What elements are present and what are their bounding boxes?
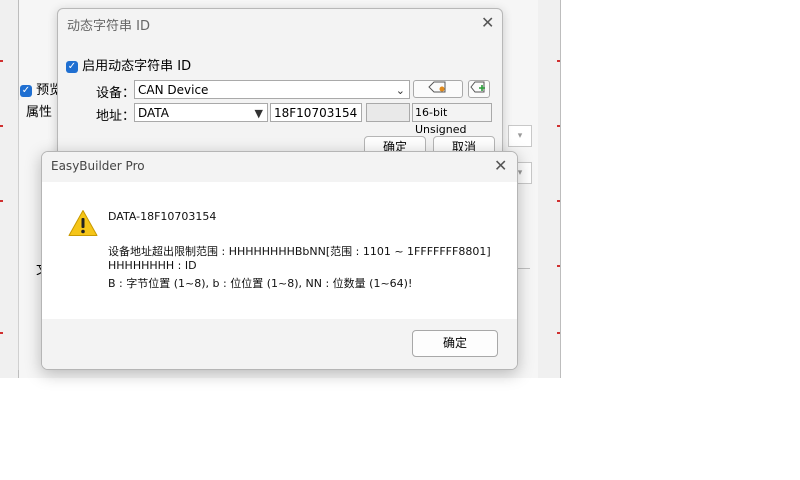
close-icon[interactable]: ✕ — [494, 158, 507, 174]
warning-icon — [68, 209, 98, 240]
add-device-button[interactable] — [468, 80, 490, 98]
dropdown-arrow-icon: ▼ — [254, 107, 263, 120]
chevron-down-icon: ▾ — [517, 131, 523, 141]
message-line: B : 字节位置 (1~8), b : 位位置 (1~8), NN : 位数量 … — [108, 277, 413, 290]
chevron-down-icon: ▾ — [517, 168, 523, 178]
device-label: 设备： — [96, 86, 136, 101]
marker — [557, 200, 560, 202]
message-line: DATA-18F10703154 — [108, 210, 217, 223]
device-select[interactable]: CAN Device ⌄ — [134, 80, 410, 99]
marker — [0, 60, 3, 62]
marker — [557, 60, 560, 62]
chevron-down-icon: ⌄ — [395, 84, 405, 97]
tag-add-icon — [470, 81, 485, 93]
marker — [0, 332, 3, 334]
address-extra-field — [366, 103, 410, 122]
address-type-select[interactable]: DATA ▼ — [134, 103, 268, 122]
device-value: CAN Device — [138, 83, 209, 97]
message-line: HHHHHHHH : ID — [108, 259, 197, 272]
marker — [0, 125, 3, 127]
attributes-group-label: 属性 — [26, 105, 53, 120]
preview-checkbox[interactable]: ✓ 预览 — [20, 79, 62, 98]
address-type-value: DATA — [138, 106, 169, 120]
tag-icon — [428, 81, 446, 93]
address-label: 地址： — [96, 109, 136, 124]
close-icon[interactable]: ✕ — [481, 15, 494, 31]
string-id-dialog: 动态字符串 ID ✕ ✓ 启用动态字符串 ID 设备： CAN Device ⌄… — [57, 8, 503, 165]
device-settings-button[interactable] — [413, 80, 463, 98]
group-border — [18, 100, 19, 370]
background-right-strip — [538, 0, 561, 378]
enable-label: 启用动态字符串 ID — [82, 59, 192, 74]
error-dialog: EasyBuilder Pro ✕ DATA-18F10703154 设备地址超… — [41, 151, 518, 370]
dialog-title: EasyBuilder Pro — [51, 159, 145, 173]
enable-checkbox[interactable]: ✓ 启用动态字符串 ID — [66, 55, 191, 74]
marker — [0, 200, 3, 202]
dialog-title: 动态字符串 ID — [67, 19, 150, 34]
data-type-label: 16-bit Unsigned — [412, 103, 492, 136]
background-dropdown[interactable]: ▾ — [508, 125, 532, 147]
marker — [557, 265, 560, 267]
checkmark-icon: ✓ — [20, 84, 32, 97]
marker — [557, 332, 560, 334]
message-line: 设备地址超出限制范围 : HHHHHHHHBbNN[范围 : 1101 ~ 1F… — [108, 245, 491, 258]
marker — [557, 125, 560, 127]
ok-button[interactable]: 确定 — [412, 330, 498, 357]
checkmark-icon: ✓ — [66, 60, 78, 73]
address-input[interactable]: 18F10703154 — [270, 103, 362, 122]
